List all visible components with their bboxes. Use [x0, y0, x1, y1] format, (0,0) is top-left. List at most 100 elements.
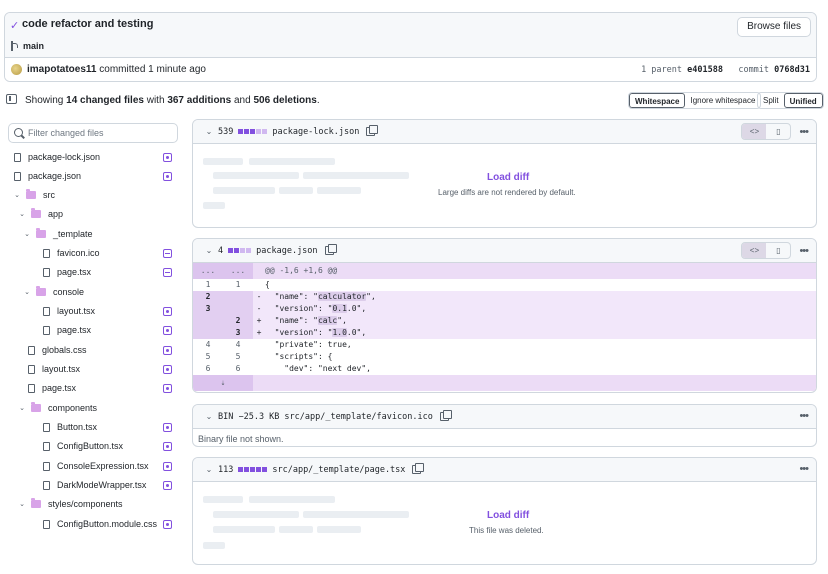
line-number-new[interactable]: 5 [223, 351, 253, 363]
tree-item-label: ConfigButton.module.css [57, 519, 158, 529]
modified-icon [163, 384, 172, 393]
line-number-old[interactable] [193, 327, 223, 339]
avatar[interactable] [11, 64, 22, 75]
tree-item[interactable]: ConfigButton.tsx [43, 437, 123, 455]
diff-line: 44 "private": true, [193, 339, 816, 351]
sidebar-toggle-icon[interactable] [6, 94, 17, 104]
author-link[interactable]: imapotatoes11 [27, 64, 96, 75]
summary-and: and [234, 95, 251, 106]
copy-icon[interactable] [324, 244, 337, 255]
filter-files-input[interactable] [28, 126, 173, 140]
line-number-new[interactable]: 2 [223, 315, 253, 327]
code-icon[interactable]: <> [742, 243, 767, 258]
tree-item[interactable]: ConfigButton.module.css [43, 515, 157, 533]
line-number-old[interactable]: 3 [193, 303, 223, 315]
more-options-icon[interactable]: ••• [799, 245, 809, 257]
line-number-new[interactable]: 4 [223, 339, 253, 351]
load-diff-button[interactable]: Load diff [487, 510, 529, 521]
file-name[interactable]: src/app/_template/favicon.ico [284, 412, 432, 422]
tree-folder[interactable]: ⌄ _template [23, 225, 93, 243]
line-number-old[interactable]: 5 [193, 351, 223, 363]
file-actions: ••• [799, 463, 809, 475]
file-icon[interactable]: ▯ [766, 243, 790, 258]
line-number-new[interactable] [223, 303, 253, 315]
copy-icon[interactable] [412, 463, 425, 474]
tree-item[interactable]: page.tsx [43, 321, 91, 339]
check-icon: ✓ [10, 20, 20, 32]
tree-folder[interactable]: ⌄ src [13, 186, 55, 204]
file-name[interactable]: package-lock.json [272, 127, 359, 137]
expand-down-icon[interactable]: ⇣ [193, 375, 253, 391]
tree-folder-label: app [48, 209, 64, 219]
tree-item[interactable]: globals.css [28, 341, 87, 359]
tree-item[interactable]: ConsoleExpression.tsx [43, 457, 149, 475]
tree-item[interactable]: DarkModeWrapper.tsx [43, 476, 146, 494]
file-icon [28, 364, 35, 374]
file-icon[interactable]: ▯ [766, 124, 790, 139]
chevron-down-icon[interactable]: ⌄ [205, 465, 213, 474]
parent-sha-link[interactable]: e401588 [687, 65, 723, 75]
skeleton-line [303, 172, 409, 179]
hunk-text: @@ -1,6 +1,6 @@ [265, 266, 338, 275]
chevron-down-icon[interactable]: ⌄ [205, 127, 213, 136]
tree-item[interactable]: favicon.ico [43, 244, 100, 262]
tree-folder[interactable]: ⌄ styles/components [18, 495, 123, 513]
search-icon [14, 128, 23, 137]
file-icon [14, 152, 21, 162]
line-number-new[interactable] [223, 291, 253, 303]
diff-sign: - [256, 304, 262, 313]
tree-item[interactable]: page.tsx [28, 379, 76, 397]
expand-up-button[interactable]: ... [193, 263, 223, 279]
line-number-old[interactable] [193, 315, 223, 327]
file-header: ⌄ 539 package-lock.json <> ▯ ••• [193, 120, 816, 144]
copy-icon[interactable] [439, 410, 452, 421]
tree-item[interactable]: layout.tsx [28, 360, 80, 378]
diff-line: 3 + "version": "1.0.0", [193, 327, 816, 339]
split-view-option[interactable]: Split [758, 93, 784, 108]
tree-item[interactable]: page.tsx [43, 263, 91, 281]
tree-folder[interactable]: ⌄ app [18, 205, 63, 223]
tree-item-label: layout.tsx [42, 364, 81, 374]
tree-item[interactable]: Button.tsx [43, 418, 97, 436]
line-number-new[interactable]: 1 [223, 279, 253, 291]
tree-item[interactable]: layout.tsx [43, 302, 95, 320]
deleted-icon [163, 268, 172, 277]
folder-icon [36, 286, 46, 296]
parent-info: 1 parent e401588 commit 0768d31 [641, 65, 810, 75]
ignore-whitespace-option[interactable]: Ignore whitespace [685, 93, 760, 108]
skeleton-line [203, 542, 225, 549]
line-number-old[interactable]: 6 [193, 363, 223, 375]
copy-icon[interactable] [366, 125, 379, 136]
file-diff-package-json: ⌄ 4 package.json <> ▯ ••• ... ... @@ -1,… [192, 238, 817, 393]
tree-folder[interactable]: ⌄ components [18, 399, 97, 417]
whitespace-option[interactable]: Whitespace [629, 93, 686, 108]
tree-item[interactable]: package-lock.json [14, 148, 100, 166]
load-diff-button[interactable]: Load diff [487, 172, 529, 183]
change-count: 4 [218, 245, 224, 256]
expand-up-button[interactable]: ... [223, 263, 253, 279]
branch-label[interactable]: main [10, 41, 44, 51]
line-number-old[interactable]: 2 [193, 291, 223, 303]
file-name[interactable]: src/app/_template/page.tsx [272, 465, 405, 475]
line-number-new[interactable]: 6 [223, 363, 253, 375]
chevron-down-icon[interactable]: ⌄ [205, 246, 213, 255]
tree-item[interactable]: package.json [14, 167, 81, 185]
more-options-icon[interactable]: ••• [799, 410, 809, 422]
expand-down-row[interactable]: ⇣ [193, 375, 816, 391]
changed-word: 1.0 [332, 328, 347, 337]
code-icon[interactable]: <> [742, 124, 767, 139]
line-number-old[interactable]: 1 [193, 279, 223, 291]
diffstat-icon [228, 248, 252, 253]
more-options-icon[interactable]: ••• [799, 126, 809, 138]
diff-sign: + [256, 328, 262, 337]
file-name[interactable]: package.json [256, 246, 317, 256]
chevron-down-icon[interactable]: ⌄ [205, 412, 213, 421]
line-number-old[interactable]: 4 [193, 339, 223, 351]
tree-folder[interactable]: ⌄ console [23, 283, 84, 301]
chevron-down-icon: ⌄ [19, 405, 25, 412]
browse-files-button[interactable]: Browse files [737, 17, 811, 37]
unified-view-option[interactable]: Unified [783, 93, 823, 108]
line-number-new[interactable]: 3 [223, 327, 253, 339]
source-rich-toggle: <> ▯ [741, 242, 792, 259]
more-options-icon[interactable]: ••• [799, 463, 809, 475]
